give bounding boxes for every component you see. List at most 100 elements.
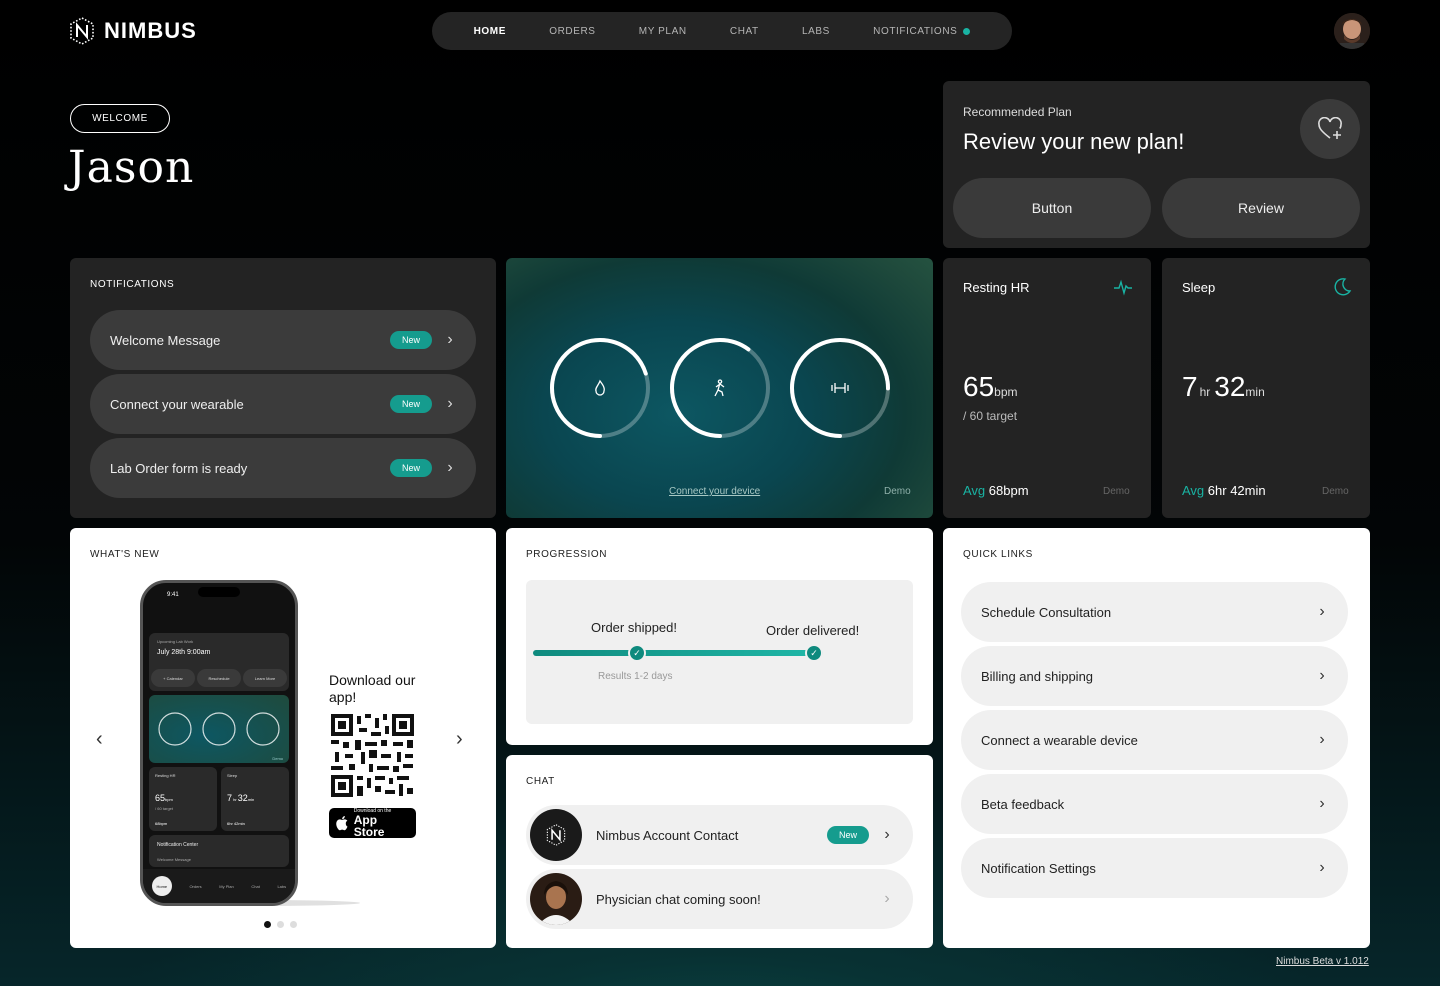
- avatar[interactable]: [1334, 13, 1370, 49]
- walk-icon: [714, 379, 725, 397]
- store-big-text: App Store: [353, 813, 385, 839]
- user-avatar-icon: [1334, 13, 1370, 49]
- resting-hr-card[interactable]: Resting HR 65bpm / 60 target Avg 68bpm D…: [943, 258, 1151, 518]
- quick-link-label: Connect a wearable device: [981, 732, 1138, 748]
- results-eta: Results 1-2 days: [598, 671, 673, 682]
- chat-item-nimbus[interactable]: Nimbus Account Contact New ›: [526, 805, 913, 865]
- new-badge: New: [389, 395, 432, 413]
- progression-title: PROGRESSION: [526, 549, 608, 560]
- nav-home[interactable]: HOME: [474, 26, 506, 37]
- phone-time: 9:41: [167, 592, 179, 598]
- quick-links-title: QUICK LINKS: [963, 549, 1033, 560]
- avg-label: Avg: [1182, 483, 1205, 498]
- step-delivered-label: Order delivered!: [766, 623, 860, 638]
- apple-icon: [336, 816, 348, 831]
- phone-calendar-button: + Calendar: [151, 669, 195, 687]
- phone-tab-orders: Orders: [189, 883, 202, 889]
- resting-hr-avg: 68bpm: [988, 483, 1029, 498]
- quick-link-notification-settings[interactable]: Notification Settings ›: [961, 838, 1348, 898]
- chevron-right-icon: ›: [1319, 667, 1325, 684]
- chevron-right-icon: ›: [447, 331, 453, 348]
- resting-hr-unit: bpm: [994, 385, 1018, 399]
- quick-link-feedback[interactable]: Beta feedback ›: [961, 774, 1348, 834]
- phone-welcome-msg: Welcome Message: [157, 857, 191, 862]
- brand-name: NIMBUS: [104, 18, 197, 43]
- plan-review-button[interactable]: Review: [1162, 178, 1360, 238]
- carousel-dot[interactable]: [290, 921, 297, 928]
- phone-tab-chat: Chat: [251, 883, 260, 889]
- heartbeat-icon: [1114, 279, 1132, 296]
- chat-label: Nimbus Account Contact: [596, 827, 739, 843]
- sleep-min-unit: min: [1245, 385, 1265, 399]
- progress-bar: [533, 650, 823, 656]
- carousel-dot[interactable]: [277, 921, 284, 928]
- quick-link-label: Schedule Consultation: [981, 604, 1112, 620]
- notification-item[interactable]: Welcome Message New ›: [90, 310, 476, 370]
- carousel-next-button[interactable]: ›: [456, 728, 463, 751]
- new-badge: New: [826, 826, 869, 844]
- phone-tab-bar: Home Orders My Plan Chat Labs: [143, 869, 295, 903]
- notification-label: Welcome Message: [110, 332, 221, 348]
- qr-code-icon[interactable]: [331, 714, 414, 797]
- chevron-right-icon: ›: [447, 459, 453, 476]
- logo[interactable]: NIMBUS: [68, 14, 197, 48]
- plan-title: Review your new plan!: [963, 129, 1185, 154]
- nav-labs[interactable]: LABS: [802, 26, 830, 37]
- phone-hr-target: / 60 target: [155, 806, 174, 811]
- resting-hr-title: Resting HR: [963, 280, 1030, 295]
- chat-item-physician[interactable]: Physician chat coming soon! ›: [526, 869, 913, 929]
- nimbus-avatar-icon: [530, 809, 582, 861]
- plan-primary-button[interactable]: Button: [953, 178, 1151, 238]
- nav-chat[interactable]: CHAT: [730, 26, 759, 37]
- chevron-right-icon: ›: [1319, 859, 1325, 876]
- nav-notifications-label: NOTIFICATIONS: [873, 25, 958, 37]
- avg-label: Avg: [963, 483, 986, 498]
- chevron-right-icon: ›: [447, 395, 453, 412]
- carousel-prev-button[interactable]: ‹: [96, 728, 103, 751]
- sleep-title: Sleep: [1182, 280, 1216, 295]
- notification-item[interactable]: Lab Order form is ready New ›: [90, 438, 476, 498]
- phone-notification-center: Notification Center Welcome Message: [149, 835, 289, 867]
- nav-notifications[interactable]: NOTIFICATIONS: [873, 25, 971, 37]
- nav-orders[interactable]: ORDERS: [549, 26, 595, 37]
- demo-label: Demo: [884, 486, 911, 497]
- resting-hr-value: 65: [963, 371, 995, 402]
- sleep-card[interactable]: Sleep 7 hr 32min Avg 6hr 42min Demo: [1162, 258, 1370, 518]
- phone-hr-value: 65: [155, 793, 166, 803]
- chevron-right-icon: ›: [1319, 731, 1325, 748]
- phone-tab-plan: My Plan: [219, 883, 234, 889]
- phone-sleep-avg: 6hr 42min: [227, 821, 245, 826]
- quick-link-label: Beta feedback: [981, 796, 1065, 812]
- recommended-plan-card: Recommended Plan Review your new plan! B…: [943, 81, 1370, 248]
- phone-learn-more-button: Learn More: [243, 669, 287, 687]
- welcome-pill: WELCOME: [70, 104, 170, 133]
- main-nav: HOME ORDERS MY PLAN CHAT LABS NOTIFICATI…: [432, 12, 1012, 50]
- quick-link-billing[interactable]: Billing and shipping ›: [961, 646, 1348, 706]
- whats-new-title: WHAT'S NEW: [90, 549, 160, 560]
- chevron-right-icon: ›: [1319, 603, 1325, 620]
- demo-label: Demo: [1103, 486, 1130, 497]
- quick-link-wearable[interactable]: Connect a wearable device ›: [961, 710, 1348, 770]
- chevron-right-icon: ›: [884, 890, 890, 907]
- resting-hr-target: / 60 target: [963, 409, 1018, 423]
- quick-link-schedule[interactable]: Schedule Consultation ›: [961, 582, 1348, 642]
- flame-icon: [595, 379, 605, 396]
- version-link[interactable]: Nimbus Beta v 1.012: [1276, 956, 1369, 967]
- favorite-plan-button[interactable]: [1300, 99, 1360, 159]
- phone-sleep-min: 32: [237, 793, 248, 803]
- plan-kicker: Recommended Plan: [963, 105, 1072, 119]
- phone-rings-icon: [158, 712, 280, 746]
- phone-rings-card: Demo: [149, 695, 289, 763]
- carousel-dot-active[interactable]: [264, 921, 271, 928]
- quick-links-card: QUICK LINKS Schedule Consultation › Billi…: [943, 528, 1370, 948]
- notification-item[interactable]: Connect your wearable New ›: [90, 374, 476, 434]
- connect-device-link[interactable]: Connect your device: [669, 486, 760, 497]
- sleep-hr-unit: hr: [1199, 385, 1211, 399]
- moon-icon: [1334, 278, 1352, 296]
- app-store-button[interactable]: Download on the App Store: [329, 808, 416, 838]
- user-name: Jason: [68, 142, 195, 193]
- check-icon: ✓: [628, 644, 646, 662]
- nav-my-plan[interactable]: MY PLAN: [639, 26, 687, 37]
- phone-notif-title: Notification Center: [157, 842, 199, 848]
- new-badge: New: [389, 459, 432, 477]
